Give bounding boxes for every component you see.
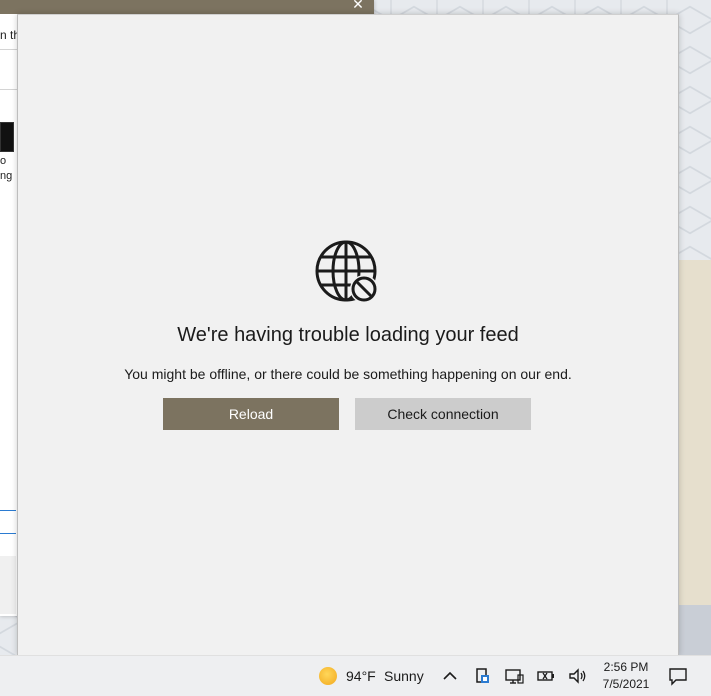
- weather-condition-wrap[interactable]: Sunny: [384, 656, 424, 696]
- clock[interactable]: 2:56 PM 7/5/2021: [598, 659, 654, 693]
- tray-app-icon[interactable]: [471, 656, 493, 696]
- reload-button[interactable]: Reload: [163, 398, 339, 430]
- desktop-map-bottom: [676, 605, 711, 655]
- sun-icon: [319, 667, 337, 685]
- network-icon[interactable]: [503, 656, 525, 696]
- clock-date: 7/5/2021: [602, 677, 650, 691]
- chevron-up-icon[interactable]: [439, 656, 461, 696]
- thumbnail-label: o: [0, 155, 7, 167]
- check-connection-button[interactable]: Check connection: [355, 398, 531, 430]
- weather-temperature: 94°F: [346, 668, 376, 684]
- thumbnail-label: ng: [0, 170, 13, 182]
- weather-widget[interactable]: [316, 656, 340, 696]
- notification-icon[interactable]: [667, 656, 689, 696]
- clock-time: 2:56 PM: [603, 660, 649, 674]
- feed-error-title: We're having trouble loading your feed: [177, 324, 519, 346]
- background-input[interactable]: [0, 510, 16, 534]
- taskbar: 94°F Sunny 2:56 PM 7/5/2021: [0, 655, 711, 696]
- desktop-map-area: [676, 260, 711, 605]
- background-footer: [0, 556, 16, 614]
- weather-temperature-wrap[interactable]: 94°F: [346, 656, 376, 696]
- news-feed-panel: We're having trouble loading your feed Y…: [17, 14, 679, 656]
- battery-icon[interactable]: [535, 656, 557, 696]
- thumbnail-image[interactable]: [0, 122, 14, 152]
- globe-blocked-icon: [315, 240, 378, 303]
- feed-error-message: You might be offline, or there could be …: [124, 366, 572, 382]
- volume-icon[interactable]: [567, 656, 589, 696]
- close-icon[interactable]: ✕: [350, 0, 366, 12]
- background-window-titlebar: ✕: [0, 0, 374, 14]
- weather-condition: Sunny: [384, 668, 424, 684]
